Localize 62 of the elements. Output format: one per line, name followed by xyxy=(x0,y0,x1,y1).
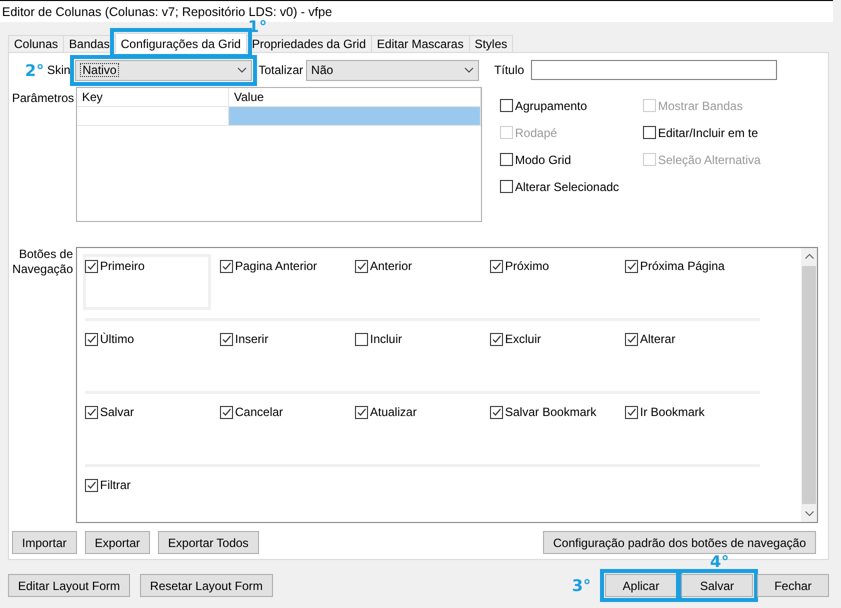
button[interactable]: Fechar xyxy=(757,574,829,597)
scroll-up-icon[interactable] xyxy=(804,254,814,259)
checkbox[interactable]: Ir Bookmark xyxy=(625,403,760,421)
checkbox[interactable]: Alterar Selecionadc xyxy=(500,173,643,200)
checkbox[interactable]: Cancelar xyxy=(220,403,355,421)
button[interactable]: Importar xyxy=(12,531,77,554)
window-title: Editor de Colunas (Colunas: v7; Repositório LDS: v0) - vfpe xyxy=(2,4,332,18)
scrollbar[interactable] xyxy=(801,248,817,522)
checkbox[interactable]: Editar/Incluir em te xyxy=(643,119,803,146)
checkbox[interactable]: Ùltimo xyxy=(85,330,220,348)
dropdown[interactable]: Não xyxy=(306,60,480,80)
checkmark-icon xyxy=(356,406,367,418)
checkmark-icon xyxy=(86,334,97,344)
table-cell[interactable] xyxy=(229,107,481,125)
checkbox[interactable]: Incluir xyxy=(355,330,490,348)
column-header: Value xyxy=(229,88,481,106)
checkbox[interactable]: Próximo xyxy=(490,257,625,275)
step-number-label: 2° xyxy=(25,60,44,80)
step-number-label: 3° xyxy=(572,576,591,595)
button[interactable]: Exportar Todos xyxy=(158,531,259,554)
checkmark-icon xyxy=(626,260,637,272)
checkbox[interactable]: Modo Grid xyxy=(500,146,643,173)
checkbox[interactable]: Anterior xyxy=(355,257,490,275)
field-label: Skin xyxy=(47,63,70,77)
checkbox[interactable]: Inserir xyxy=(220,330,355,348)
title-field[interactable] xyxy=(531,60,778,80)
checkbox[interactable]: Excluir xyxy=(490,330,625,348)
checkmark-icon xyxy=(626,406,637,418)
checkbox[interactable]: Salvar xyxy=(85,403,220,421)
checkbox[interactable]: Agrupamento xyxy=(500,92,643,119)
scroll-down-icon[interactable] xyxy=(804,511,814,516)
field-label: Título xyxy=(494,63,524,77)
checkbox[interactable]: Pagina Anterior xyxy=(220,257,355,275)
checkmark-icon xyxy=(86,480,97,490)
checkbox[interactable]: Próxima Página xyxy=(625,257,760,275)
button[interactable]: Editar Layout Form xyxy=(8,574,130,597)
checkbox[interactable]: Filtrar xyxy=(85,476,220,494)
checkmark-icon xyxy=(491,406,502,418)
checkbox[interactable]: Salvar Bookmark xyxy=(490,403,625,421)
checkbox[interactable]: Atualizar xyxy=(355,403,490,421)
checkmark-icon xyxy=(626,334,637,344)
checkmark-icon xyxy=(356,260,367,272)
checkmark-icon xyxy=(86,260,97,272)
checkmark-icon xyxy=(221,260,232,272)
checkmark-icon xyxy=(221,406,232,418)
checkmark-icon xyxy=(86,406,97,418)
section-label: Botões de Navegação xyxy=(11,247,73,278)
button[interactable]: Resetar Layout Form xyxy=(140,574,273,597)
button[interactable]: Configuração padrão dos botões de navegação xyxy=(543,531,816,554)
column-header: Key xyxy=(77,88,229,106)
checkmark-icon xyxy=(491,334,502,344)
checkmark-icon xyxy=(221,334,232,344)
field-label: Parâmetros xyxy=(11,90,73,107)
button[interactable]: Exportar xyxy=(84,531,150,554)
checkmark-icon xyxy=(491,260,502,272)
checkbox[interactable]: Primeiro xyxy=(85,257,220,275)
step-number-label: 4° xyxy=(710,552,730,571)
field-label: Totalizar xyxy=(258,63,304,77)
tab[interactable]: Styles xyxy=(468,35,514,52)
tab[interactable]: Colunas xyxy=(8,35,64,52)
checkbox[interactable]: Alterar xyxy=(625,330,760,348)
tab[interactable]: Propriedades da Grid xyxy=(246,35,372,52)
